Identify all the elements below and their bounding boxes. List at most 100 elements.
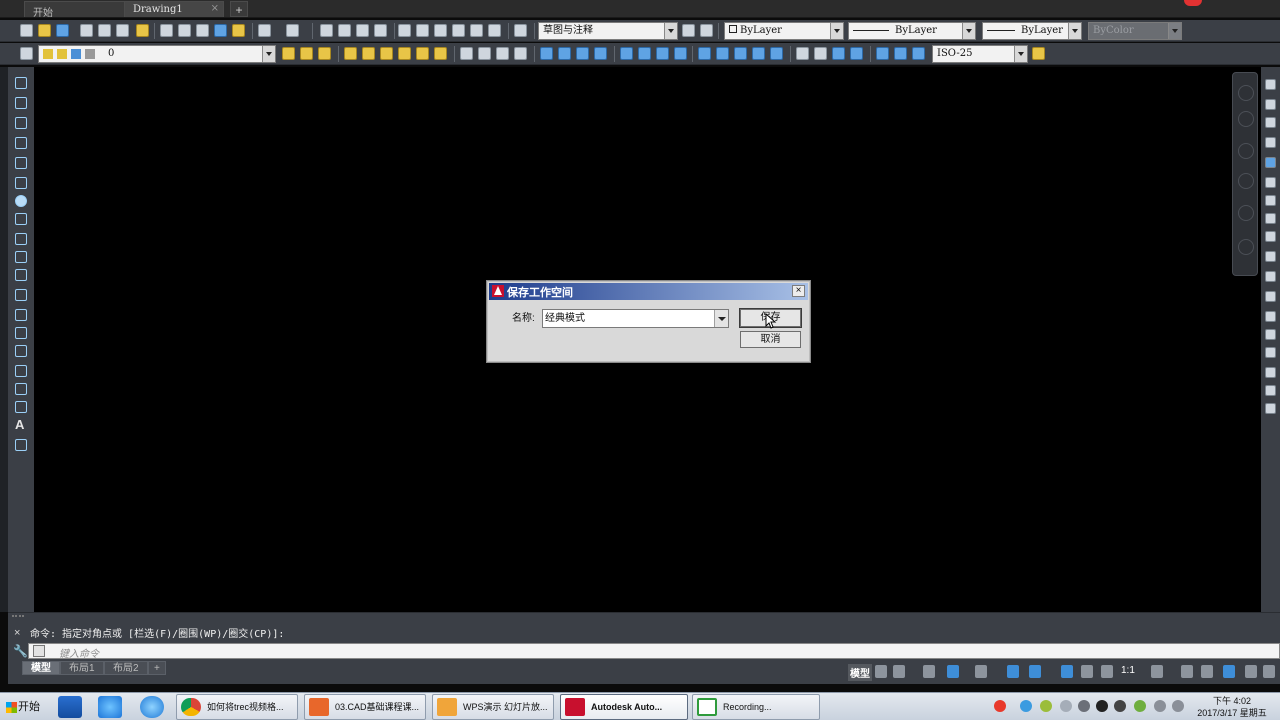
pen-tool-icon[interactable] [1078, 700, 1090, 712]
diameter-dimension-icon[interactable] [656, 47, 669, 60]
dimension-update-icon[interactable] [912, 47, 925, 60]
dimension-break-icon[interactable] [770, 47, 783, 60]
rectangle-icon[interactable] [15, 157, 27, 169]
hatch-icon[interactable] [15, 345, 27, 357]
copy-icon[interactable] [178, 24, 191, 37]
chevron-down-icon[interactable] [962, 23, 975, 39]
linetype-control-select[interactable]: ByLayer [848, 22, 976, 40]
qq-icon[interactable] [1096, 700, 1108, 712]
tray-app-icon[interactable] [1060, 700, 1072, 712]
workspace-switching-gear-icon[interactable] [1151, 665, 1163, 678]
volume-icon[interactable] [1172, 700, 1184, 712]
tool-palettes-icon[interactable] [434, 24, 447, 37]
ordinate-dimension-icon[interactable] [594, 47, 607, 60]
annotation-monitor-icon[interactable] [1181, 665, 1193, 678]
customization-icon[interactable] [1263, 665, 1275, 678]
snap-icon[interactable] [893, 665, 905, 678]
chevron-down-icon[interactable] [262, 46, 275, 62]
gradient-icon[interactable] [15, 365, 27, 377]
workspace-select[interactable]: 草图与注释 [538, 22, 678, 40]
dialog-close-button[interactable]: × [792, 285, 805, 297]
open-file-icon[interactable] [38, 24, 51, 37]
start-button[interactable]: 开始 [4, 697, 46, 717]
object-snap-tracking-icon[interactable] [1007, 665, 1019, 678]
layer-delete-icon[interactable] [496, 47, 509, 60]
insert-block-icon[interactable] [15, 289, 27, 301]
spline-icon[interactable] [15, 233, 27, 245]
lock-icon[interactable] [700, 24, 713, 37]
ortho-icon[interactable] [923, 665, 935, 678]
move-icon[interactable] [1265, 177, 1276, 188]
copy-to-layer-icon[interactable] [514, 47, 527, 60]
zoom-extents-icon[interactable] [1238, 173, 1254, 189]
window-close-icon[interactable] [1184, 0, 1202, 6]
polyline-icon[interactable] [15, 117, 27, 129]
add-layout-button[interactable]: + [148, 661, 166, 675]
color-control-select[interactable]: ByLayer [724, 22, 844, 40]
tray-shield-icon[interactable] [1134, 700, 1146, 712]
orbit-3d-icon[interactable] [1238, 205, 1254, 221]
battery-icon[interactable] [1154, 700, 1166, 712]
show-desktop-icon[interactable] [58, 696, 82, 718]
steering-wheel-icon[interactable] [1238, 85, 1254, 101]
design-center-icon[interactable] [416, 24, 429, 37]
break-at-point-icon[interactable] [1265, 291, 1276, 302]
tab-layout2[interactable]: 布局2 [104, 661, 148, 675]
baseline-dimension-icon[interactable] [716, 47, 729, 60]
taskbar-app-recording[interactable]: Recording... [692, 694, 820, 720]
cut-icon[interactable] [160, 24, 173, 37]
quick-dimension-icon[interactable] [698, 47, 711, 60]
arc-icon[interactable] [15, 177, 27, 189]
layer-walk-icon[interactable] [460, 47, 473, 60]
blend-curves-icon[interactable] [1265, 385, 1276, 396]
lineweight-control-select[interactable]: ByLayer [982, 22, 1082, 40]
make-current-layer-icon[interactable] [282, 47, 295, 60]
join-icon[interactable] [1265, 329, 1276, 340]
dimension-text-edit-icon[interactable] [894, 47, 907, 60]
tab-layout1[interactable]: 布局1 [60, 661, 104, 675]
taskbar-app-wps-slides[interactable]: WPS演示 幻灯片放... [432, 694, 554, 720]
save-file-icon[interactable] [56, 24, 69, 37]
multiline-text-icon[interactable]: A [15, 418, 27, 431]
circle-icon[interactable] [15, 195, 27, 207]
isolate-objects-icon[interactable] [1223, 665, 1235, 678]
layer-lock-icon[interactable] [416, 47, 429, 60]
sheet-set-icon[interactable] [452, 24, 465, 37]
layer-unlock-icon[interactable] [434, 47, 447, 60]
security-icon[interactable] [1040, 700, 1052, 712]
fillet-icon[interactable] [1265, 367, 1276, 378]
quickcalc-icon[interactable] [488, 24, 501, 37]
object-snap-icon[interactable] [1029, 665, 1041, 678]
taskbar-app-autocad[interactable]: Autodesk Auto... [560, 694, 688, 720]
construction-line-icon[interactable] [15, 97, 27, 109]
arc-length-icon[interactable] [576, 47, 589, 60]
properties-icon[interactable] [398, 24, 411, 37]
dimension-style-manager-icon[interactable] [1032, 47, 1045, 60]
sogou-input-icon[interactable] [994, 700, 1006, 712]
continue-dimension-icon[interactable] [734, 47, 747, 60]
redo-icon[interactable] [286, 24, 299, 37]
publish-icon[interactable] [116, 24, 129, 37]
explode-icon[interactable] [1265, 403, 1276, 414]
dimension-edit-icon[interactable] [876, 47, 889, 60]
isodraft-icon[interactable] [975, 665, 987, 678]
block-editor-icon[interactable] [232, 24, 245, 37]
network-status-icon[interactable] [1020, 700, 1032, 712]
plot-icon[interactable] [80, 24, 93, 37]
jogged-linear-icon[interactable] [850, 47, 863, 60]
tab-start[interactable]: 开始 [24, 1, 136, 19]
offset-icon[interactable] [1265, 137, 1276, 148]
render-icon[interactable] [136, 24, 149, 37]
cancel-button[interactable]: 取消 [740, 331, 801, 348]
showmotion-icon[interactable] [1238, 239, 1254, 255]
markup-icon[interactable] [470, 24, 483, 37]
tolerance-icon[interactable] [796, 47, 809, 60]
table-icon[interactable] [15, 401, 27, 413]
scale-icon[interactable] [1265, 213, 1276, 224]
chamfer-icon[interactable] [1265, 347, 1276, 358]
tab-model[interactable]: 模型 [22, 661, 60, 675]
angular-dimension-icon[interactable] [674, 47, 687, 60]
layer-previous-icon[interactable] [300, 47, 313, 60]
erase-icon[interactable] [1265, 79, 1276, 90]
center-mark-icon[interactable] [814, 47, 827, 60]
